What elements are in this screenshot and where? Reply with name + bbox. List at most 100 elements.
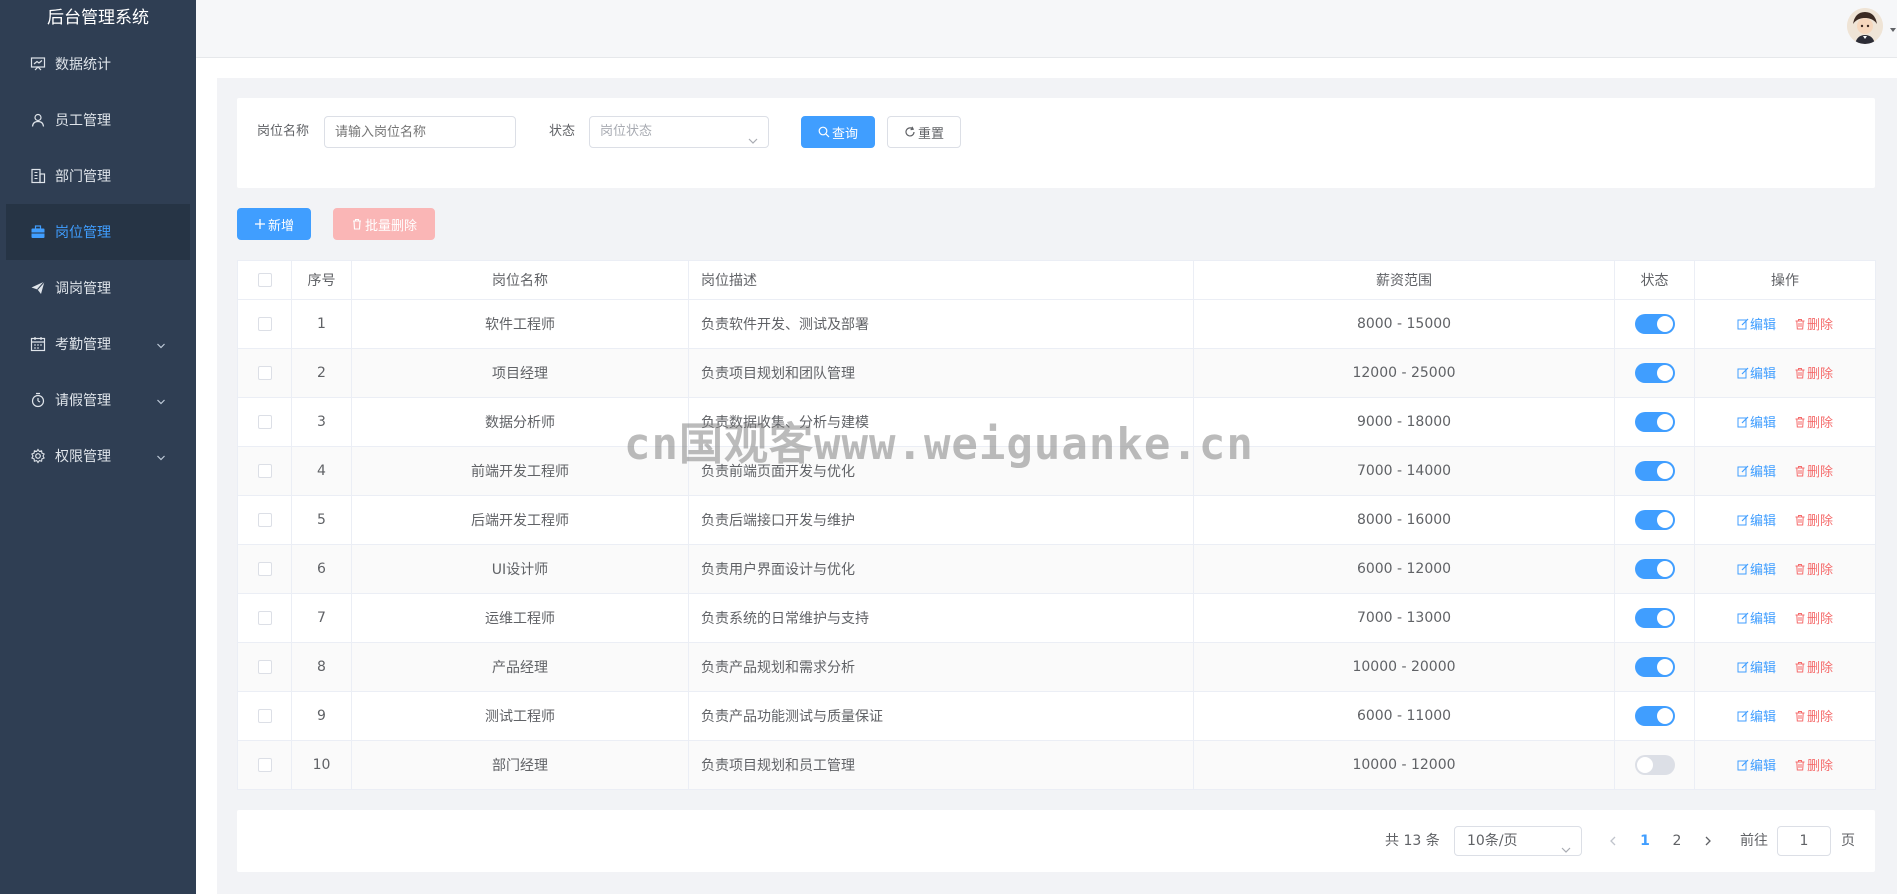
page-number-1[interactable]: 1 — [1630, 827, 1660, 855]
edit-button[interactable]: 编辑 — [1737, 412, 1776, 431]
batch-delete-button[interactable]: 批量删除 — [333, 208, 435, 240]
row-status-cell — [1614, 691, 1695, 741]
status-toggle[interactable] — [1634, 461, 1675, 481]
delete-label: 删除 — [1807, 661, 1834, 677]
status-toggle[interactable] — [1634, 755, 1675, 775]
delete-button[interactable]: 删除 — [1794, 755, 1833, 774]
toggle-knob — [1636, 757, 1653, 773]
search-icon — [818, 126, 830, 138]
row-index: 7 — [291, 593, 352, 643]
delete-button[interactable]: 删除 — [1794, 363, 1833, 382]
status-select[interactable]: 岗位状态 — [589, 116, 769, 148]
delete-button[interactable]: 删除 — [1794, 461, 1833, 480]
sidebar-item-5[interactable]: 考勤管理 — [0, 316, 196, 372]
edit-button[interactable]: 编辑 — [1737, 706, 1776, 725]
status-toggle[interactable] — [1634, 363, 1675, 383]
page-size-select[interactable]: 10条/页 — [1454, 826, 1582, 856]
trash-icon — [1794, 416, 1807, 428]
row-status-cell — [1614, 544, 1695, 594]
edit-button[interactable]: 编辑 — [1737, 461, 1776, 480]
goto-page-input[interactable] — [1777, 826, 1831, 856]
delete-label: 删除 — [1807, 514, 1834, 530]
delete-button[interactable]: 删除 — [1794, 657, 1833, 676]
status-toggle[interactable] — [1634, 510, 1675, 530]
row-select-cell — [237, 593, 292, 643]
delete-button[interactable]: 删除 — [1794, 510, 1833, 529]
edit-button[interactable]: 编辑 — [1737, 510, 1776, 529]
status-toggle[interactable] — [1634, 608, 1675, 628]
row-status-cell — [1614, 642, 1695, 692]
sidebar-item-0[interactable]: 数据统计 — [0, 36, 196, 92]
row-description: 负责数据收集、分析与建模 — [688, 397, 1194, 447]
delete-button[interactable]: 删除 — [1794, 706, 1833, 725]
edit-label: 编辑 — [1749, 514, 1776, 530]
row-checkbox[interactable] — [257, 513, 272, 527]
row-position-name: UI设计师 — [351, 544, 689, 594]
row-checkbox[interactable] — [257, 611, 272, 625]
select-all-checkbox[interactable] — [257, 273, 272, 287]
reset-button-label: 重置 — [917, 126, 944, 142]
prev-page-button[interactable] — [1603, 827, 1623, 855]
edit-button[interactable]: 编辑 — [1737, 314, 1776, 333]
sidebar-item-2[interactable]: 部门管理 — [0, 148, 196, 204]
plus-icon — [254, 219, 265, 229]
query-button[interactable]: 查询 — [801, 116, 875, 148]
reset-button[interactable]: 重置 — [887, 116, 961, 148]
add-button[interactable]: 新增 — [237, 208, 311, 240]
row-position-name: 部门经理 — [351, 740, 689, 790]
row-checkbox[interactable] — [257, 317, 272, 331]
row-checkbox[interactable] — [257, 758, 272, 772]
row-salary-range: 8000 - 16000 — [1193, 495, 1615, 545]
edit-button[interactable]: 编辑 — [1737, 755, 1776, 774]
delete-button[interactable]: 删除 — [1794, 314, 1833, 333]
status-toggle[interactable] — [1634, 412, 1675, 432]
sidebar-item-3[interactable]: 岗位管理 — [6, 204, 190, 260]
sidebar-item-7[interactable]: 权限管理 — [0, 428, 196, 484]
row-select-cell — [237, 740, 292, 790]
status-toggle[interactable] — [1634, 706, 1675, 726]
user-avatar[interactable] — [1847, 8, 1883, 44]
row-checkbox[interactable] — [257, 562, 272, 576]
edit-button[interactable]: 编辑 — [1737, 363, 1776, 382]
row-position-name: 项目经理 — [351, 348, 689, 398]
delete-label: 删除 — [1807, 612, 1834, 628]
toggle-knob — [1656, 561, 1673, 577]
sidebar-item-label: 调岗管理 — [55, 281, 111, 297]
row-select-cell — [237, 446, 292, 496]
status-toggle[interactable] — [1634, 657, 1675, 677]
delete-button[interactable]: 删除 — [1794, 559, 1833, 578]
edit-icon — [1737, 367, 1750, 379]
next-page-button[interactable] — [1698, 827, 1718, 855]
caret-down-icon[interactable] — [1889, 22, 1897, 32]
delete-button[interactable]: 删除 — [1794, 412, 1833, 431]
page-number-2[interactable]: 2 — [1662, 827, 1692, 855]
table-row: 5 后端开发工程师 负责后端接口开发与维护 8000 - 16000 编辑 删除 — [237, 495, 1876, 545]
edit-button[interactable]: 编辑 — [1737, 608, 1776, 627]
table-header-row: 序号 岗位名称 岗位描述 薪资范围 状态 操作 — [237, 260, 1876, 300]
row-index: 2 — [291, 348, 352, 398]
sidebar-item-4[interactable]: 调岗管理 — [0, 260, 196, 316]
edit-label: 编辑 — [1749, 612, 1776, 628]
status-toggle[interactable] — [1634, 559, 1675, 579]
edit-button[interactable]: 编辑 — [1737, 559, 1776, 578]
row-status-cell — [1614, 593, 1695, 643]
edit-label: 编辑 — [1749, 759, 1776, 775]
sidebar-item-1[interactable]: 员工管理 — [0, 92, 196, 148]
sidebar-item-6[interactable]: 请假管理 — [0, 372, 196, 428]
position-name-input[interactable] — [324, 116, 516, 148]
row-select-cell — [237, 397, 292, 447]
row-checkbox[interactable] — [257, 660, 272, 674]
row-salary-range: 8000 - 15000 — [1193, 299, 1615, 349]
status-toggle[interactable] — [1634, 314, 1675, 334]
row-checkbox[interactable] — [257, 366, 272, 380]
edit-button[interactable]: 编辑 — [1737, 657, 1776, 676]
trash-icon — [1794, 759, 1807, 771]
edit-icon — [1737, 759, 1750, 771]
delete-button[interactable]: 删除 — [1794, 608, 1833, 627]
chevron-down-icon — [1561, 837, 1571, 853]
row-salary-range: 7000 - 13000 — [1193, 593, 1615, 643]
row-checkbox[interactable] — [257, 415, 272, 429]
search-form-card: 岗位名称 状态 岗位状态 查询 重置 — [237, 98, 1875, 188]
row-checkbox[interactable] — [257, 709, 272, 723]
row-checkbox[interactable] — [257, 464, 272, 478]
